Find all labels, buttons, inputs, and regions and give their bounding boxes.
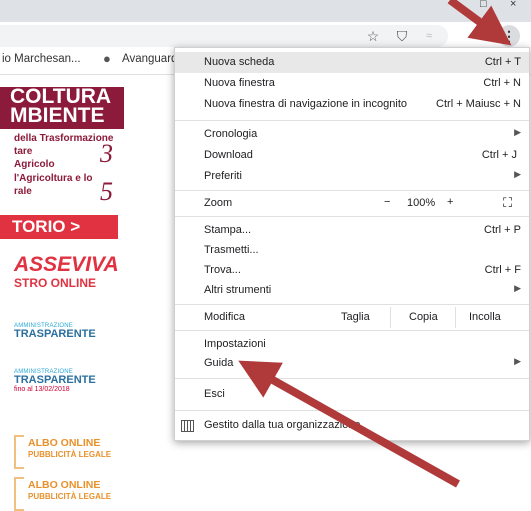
cut-button[interactable]: Taglia: [341, 311, 370, 323]
globe-icon: ●: [103, 51, 111, 66]
menu-item-downloads[interactable]: Download Ctrl + J: [175, 145, 529, 166]
menu-item-print[interactable]: Stampa... Ctrl + P: [175, 220, 529, 241]
classeviva-banner[interactable]: ASSEVIVA STRO ONLINE: [0, 253, 128, 293]
menu-label: Nuova finestra: [204, 77, 275, 89]
number-3: 3: [100, 139, 113, 168]
edit-divider: [390, 307, 391, 328]
albo-title: ALBO ONLINE: [28, 479, 101, 491]
bookmark-item[interactable]: io Marchesan...: [2, 53, 81, 65]
menu-item-help[interactable]: Guida ▶: [175, 353, 529, 374]
fullscreen-icon[interactable]: ⛶: [503, 195, 512, 211]
menu-shortcut: Ctrl + P: [484, 224, 521, 236]
menu-label: Nuova scheda: [204, 56, 275, 68]
classeviva-title: ASSEVIVA: [14, 253, 119, 276]
extension-icon[interactable]: ≈: [420, 27, 438, 45]
chevron-right-icon: ▶: [514, 169, 521, 179]
menu-label: Trova...: [204, 264, 241, 276]
number-5: 5: [100, 177, 113, 206]
classeviva-subtitle: STRO ONLINE: [14, 276, 97, 290]
menu-label: Nuova finestra di navigazione in incogni…: [204, 98, 408, 110]
menu-shortcut: Ctrl + T: [484, 56, 521, 68]
chrome-main-menu: Nuova scheda Ctrl + T Nuova finestra Ctr…: [174, 47, 530, 441]
trasparente-badge[interactable]: AMMINISTRAZIONE TRASPARENTE fino al 13/0…: [14, 369, 104, 403]
menu-separator: [175, 190, 529, 191]
menu-item-more-tools[interactable]: Altri strumenti ▶: [175, 280, 529, 301]
menu-label: Zoom: [204, 197, 233, 209]
badge-sub-text: fino al 13/02/2018: [14, 386, 70, 393]
menu-separator: [175, 120, 529, 121]
menu-label: Gestito dalla tua organizzazione: [204, 419, 361, 431]
menu-label: Impostazioni: [204, 338, 266, 350]
menu-separator: [175, 216, 529, 217]
site-text: Agricolo: [14, 159, 55, 170]
site-text: l'Agricoltura e lo: [14, 173, 93, 184]
menu-label: Stampa...: [204, 224, 252, 236]
menu-item-cast[interactable]: Trasmetti...: [175, 240, 529, 261]
chevron-right-icon: ▶: [514, 283, 521, 293]
albo-bracket: [14, 435, 24, 469]
menu-kebab-icon[interactable]: ⋮: [498, 25, 520, 47]
title-bar: □ ×: [0, 0, 531, 22]
red-banner-button[interactable]: TORIO >: [0, 215, 118, 239]
logo-line2: MBIENTE: [10, 104, 105, 127]
menu-separator: [175, 378, 529, 379]
building-icon: [181, 420, 194, 432]
browser-toolbar: ☆ ⛉ ≈ ● ⋮: [0, 22, 531, 48]
paste-button[interactable]: Incolla: [469, 311, 501, 323]
albo-subtitle: PUBBLICITÀ LEGALE: [28, 492, 112, 501]
menu-label: Modifica: [204, 311, 245, 323]
star-icon[interactable]: ☆: [364, 27, 382, 45]
zoom-out-button[interactable]: −: [384, 196, 390, 208]
edit-divider: [455, 307, 456, 328]
menu-separator: [175, 330, 529, 331]
site-text: rale: [14, 186, 32, 197]
albo-subtitle: PUBBLICITÀ LEGALE: [28, 450, 112, 459]
albo-title: ALBO ONLINE: [28, 437, 101, 449]
menu-item-exit[interactable]: Esci: [175, 384, 529, 405]
menu-separator: [175, 410, 529, 411]
menu-label: Trasmetti...: [204, 244, 259, 256]
menu-item-zoom: Zoom − 100% + ⛶: [175, 193, 529, 214]
chevron-right-icon: ▶: [514, 356, 521, 366]
profile-avatar-icon[interactable]: ●: [474, 27, 492, 45]
badge-main-text: TRASPARENTE: [14, 374, 96, 386]
menu-label: Cronologia: [204, 128, 258, 140]
maximize-button[interactable]: □: [480, 0, 487, 10]
albo-online-badge[interactable]: ALBO ONLINE PUBBLICITÀ LEGALE: [14, 433, 114, 469]
menu-item-favorites[interactable]: Preferiti ▶: [175, 166, 529, 187]
menu-shortcut: Ctrl + J: [481, 149, 517, 161]
menu-label: Esci: [204, 388, 225, 400]
trasparente-badge[interactable]: AMMINISTRAZIONE TRASPARENTE: [14, 323, 104, 353]
site-text: tare: [14, 146, 33, 157]
zoom-in-button[interactable]: +: [447, 196, 453, 208]
menu-item-new-window[interactable]: Nuova finestra Ctrl + N: [175, 73, 529, 94]
badge-main-text: TRASPARENTE: [14, 328, 96, 340]
bookmark-item[interactable]: Avanguard: [122, 53, 177, 65]
zoom-value: 100%: [407, 197, 436, 209]
menu-label: Download: [204, 149, 253, 161]
menu-shortcut: Ctrl + N: [483, 77, 521, 89]
menu-item-find[interactable]: Trova... Ctrl + F: [175, 260, 529, 281]
menu-label: Altri strumenti: [204, 284, 272, 296]
site-logo[interactable]: COLTURA MBIENTE: [0, 86, 124, 129]
menu-label: Preferiti: [204, 170, 242, 182]
menu-item-new-tab[interactable]: Nuova scheda Ctrl + T: [175, 52, 529, 73]
menu-item-settings[interactable]: Impostazioni: [175, 334, 529, 355]
menu-item-edit: Modifica Taglia Copia Incolla: [175, 307, 529, 328]
menu-shortcut: Ctrl + F: [484, 264, 521, 276]
close-button[interactable]: ×: [510, 0, 516, 10]
menu-item-managed[interactable]: Gestito dalla tua organizzazione: [175, 415, 529, 436]
chevron-right-icon: ▶: [514, 127, 521, 137]
site-text: della Trasformazione: [14, 133, 114, 144]
menu-label: Guida: [204, 357, 234, 369]
copy-button[interactable]: Copia: [409, 311, 438, 323]
menu-shortcut: Ctrl + Maiusc + N: [436, 98, 521, 110]
shield-icon[interactable]: ⛉: [393, 27, 411, 45]
menu-item-history[interactable]: Cronologia ▶: [175, 124, 529, 145]
menu-item-incognito[interactable]: Nuova finestra di navigazione in incogni…: [175, 94, 529, 115]
menu-separator: [175, 304, 529, 305]
